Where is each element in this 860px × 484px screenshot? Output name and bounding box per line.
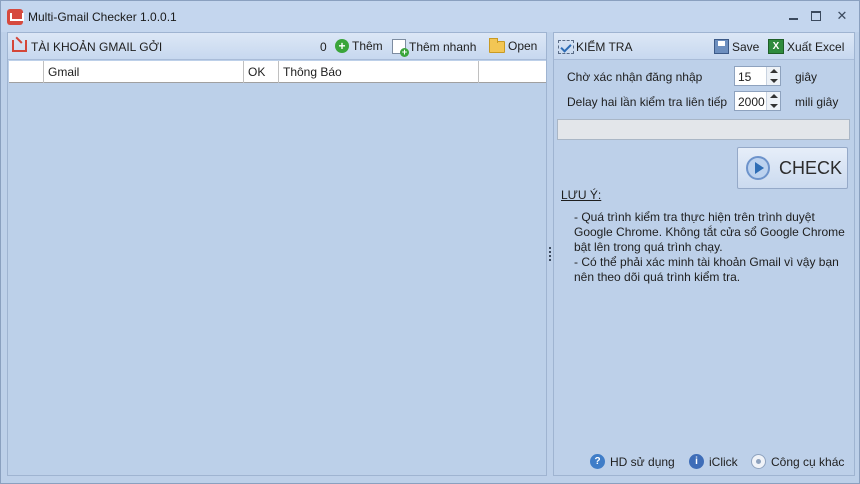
gmail-icon: [12, 40, 27, 52]
delay-arrows[interactable]: [766, 92, 780, 110]
check-title: KIỂM TRA: [576, 40, 633, 54]
login-wait-label: Chờ xác nhận đăng nhập: [567, 70, 703, 84]
delay-label: Delay hai lần kiểm tra liên tiếp: [567, 95, 728, 109]
save-icon: [714, 39, 729, 54]
add-button[interactable]: + Thêm: [335, 39, 383, 53]
other-tools-link[interactable]: Công cụ khác: [751, 454, 844, 469]
accounts-title: TÀI KHOẢN GMAIL GỞI: [31, 40, 163, 54]
open-label: Open: [508, 39, 538, 53]
add-label: Thêm: [352, 39, 383, 53]
accounts-panel: TÀI KHOẢN GMAIL GỞI 0 + Thêm Thêm nhanh …: [7, 32, 547, 476]
note-line: - Quá trình kiểm tra thực hiện trên trìn…: [574, 210, 815, 224]
panel-splitter[interactable]: [548, 245, 552, 263]
note-line: bật lên trong quá trình chạy.: [574, 240, 723, 254]
open-button[interactable]: Open: [489, 38, 538, 53]
check-toolbar: KIỂM TRA Save X Xuất Excel: [554, 33, 854, 60]
column-header-ok[interactable]: OK: [244, 61, 279, 83]
check-panel: KIỂM TRA Save X Xuất Excel Chờ xác nhận …: [553, 32, 855, 476]
export-label: Xuất Excel: [787, 39, 845, 54]
help-link[interactable]: ? HD sử dụng: [590, 454, 675, 469]
maximize-button[interactable]: [809, 9, 823, 23]
note-line: nên theo dõi quá trình kiểm tra.: [574, 270, 741, 284]
column-header-gmail[interactable]: Gmail: [44, 61, 244, 83]
login-wait-arrows[interactable]: [766, 67, 780, 85]
checklist-icon: [558, 40, 574, 54]
folder-icon: [489, 38, 505, 53]
note-line: - Có thể phải xác minh tài khoản Gmail v…: [574, 255, 839, 269]
excel-icon: X: [768, 39, 784, 54]
accounts-grid-body[interactable]: [9, 84, 546, 474]
login-wait-value[interactable]: 15: [738, 70, 751, 84]
main-window: Multi-Gmail Checker 1.0.0.1 ✕ TÀI KHOẢN …: [0, 0, 860, 484]
plus-circle-icon: +: [335, 39, 349, 53]
column-header-notification[interactable]: Thông Báo: [279, 61, 479, 83]
note-title: LƯU Ý:: [561, 188, 602, 202]
delay-value[interactable]: 2000: [738, 95, 765, 109]
check-button[interactable]: CHECK: [737, 147, 848, 189]
note-line: Google Chrome. Không tắt cửa sổ Google C…: [574, 225, 845, 239]
save-button[interactable]: Save: [714, 39, 759, 54]
help-icon: ?: [590, 454, 605, 469]
help-label: HD sử dụng: [610, 454, 675, 469]
iclick-link[interactable]: i iClick: [689, 454, 738, 469]
window-title: Multi-Gmail Checker 1.0.0.1: [28, 10, 177, 24]
delay-stepper[interactable]: 2000: [734, 91, 781, 111]
progress-bar: [557, 119, 850, 140]
column-header-extra[interactable]: [479, 61, 546, 83]
login-wait-unit: giây: [795, 70, 818, 84]
quick-add-button[interactable]: Thêm nhanh: [392, 39, 477, 57]
document-plus-icon: [392, 39, 409, 57]
iclick-label: iClick: [709, 454, 738, 469]
export-excel-button[interactable]: X Xuất Excel: [768, 39, 844, 54]
save-label: Save: [732, 39, 760, 54]
column-header-row-selector[interactable]: [9, 61, 44, 83]
minimize-button[interactable]: [787, 9, 801, 23]
tools-label: Công cụ khác: [771, 454, 845, 469]
accounts-grid-header: Gmail OK Thông Báo: [9, 61, 546, 83]
quick-add-label: Thêm nhanh: [409, 39, 477, 54]
check-button-label: CHECK: [779, 158, 843, 178]
accounts-toolbar: TÀI KHOẢN GMAIL GỞI 0 + Thêm Thêm nhanh …: [8, 33, 546, 60]
info-icon: i: [689, 454, 704, 469]
gmail-checker-icon: [7, 9, 23, 25]
delay-unit: mili giây: [795, 95, 839, 109]
tools-icon: [751, 454, 766, 469]
account-count: 0: [320, 40, 327, 54]
title-bar[interactable]: Multi-Gmail Checker 1.0.0.1 ✕: [1, 1, 859, 32]
login-wait-stepper[interactable]: 15: [734, 66, 781, 86]
close-button[interactable]: ✕: [835, 9, 849, 23]
play-icon: [746, 156, 770, 180]
